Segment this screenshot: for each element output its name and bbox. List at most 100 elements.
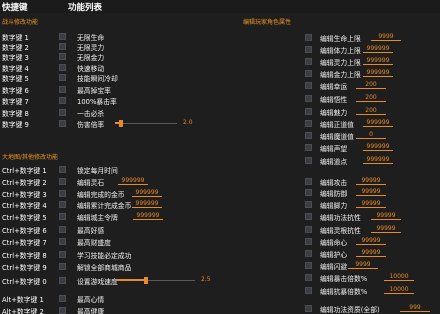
- attribute-value-input[interactable]: 0: [356, 131, 386, 139]
- attribute-checkbox[interactable]: [305, 178, 312, 185]
- game-speed-slider[interactable]: 2.5: [117, 276, 215, 284]
- feature-label: 技能瞬间冷却: [77, 75, 118, 83]
- attribute-value-input[interactable]: 10000: [384, 286, 414, 294]
- game-speed-slider-value: 2.5: [201, 276, 211, 283]
- attribute-checkbox[interactable]: [305, 201, 312, 208]
- attribute-checkbox[interactable]: [305, 305, 312, 312]
- hotkey-label: 数字键 4: [2, 65, 29, 73]
- feature-label: 伤害倍率: [77, 121, 105, 129]
- hotkey-label: 数字键 7: [2, 98, 29, 106]
- attribute-checkbox[interactable]: [305, 108, 312, 115]
- hotkeys-title: 快捷键: [2, 3, 28, 13]
- feature-checkbox[interactable]: [59, 33, 66, 40]
- attribute-value-input[interactable]: 999999: [363, 143, 393, 151]
- damage-multiplier-slider[interactable]: 2.0: [115, 119, 197, 127]
- attribute-checkbox[interactable]: [305, 262, 312, 269]
- feature-checkbox[interactable]: [59, 295, 66, 302]
- feature-label: 解锁全部商城商品: [77, 264, 132, 272]
- attribute-label: 编辑功法资质(全部): [320, 306, 380, 314]
- hotkey-label: Ctrl+数字键 7: [2, 239, 47, 247]
- feature-checkbox[interactable]: [59, 238, 66, 245]
- attribute-value-input[interactable]: 999999: [363, 45, 393, 53]
- attribute-value-input[interactable]: 999999: [363, 57, 393, 65]
- attribute-value-input[interactable]: 200: [356, 94, 386, 102]
- attribute-value-input[interactable]: 200: [356, 81, 386, 89]
- attribute-checkbox[interactable]: [305, 274, 312, 281]
- attribute-value-input[interactable]: 9999: [348, 261, 378, 269]
- attribute-value-input[interactable]: 999999: [363, 69, 393, 77]
- attribute-value-input[interactable]: 999: [400, 304, 430, 312]
- game-speed-slider-knob[interactable]: [144, 277, 148, 284]
- attribute-label: 编辑灵力上限: [320, 59, 361, 67]
- damage-multiplier-slider-value: 2.0: [183, 119, 193, 126]
- attribute-checkbox[interactable]: [305, 120, 312, 127]
- attribute-checkbox[interactable]: [305, 213, 312, 220]
- attribute-label: 编辑暴击倍数%: [320, 275, 368, 283]
- value-input[interactable]: 999999: [132, 189, 162, 197]
- attribute-checkbox[interactable]: [305, 250, 312, 257]
- attribute-checkbox[interactable]: [305, 95, 312, 102]
- attribute-checkbox[interactable]: [305, 189, 312, 196]
- attribute-checkbox[interactable]: [305, 287, 312, 294]
- feature-checkbox[interactable]: [59, 97, 66, 104]
- hotkey-label: 数字键 1: [2, 34, 29, 42]
- attribute-checkbox[interactable]: [305, 226, 312, 233]
- attribute-checkbox[interactable]: [305, 144, 312, 151]
- feature-checkbox[interactable]: [59, 263, 66, 270]
- hotkey-label: Ctrl+数字键 6: [2, 227, 47, 235]
- hotkey-label: Ctrl+数字键 9: [2, 264, 47, 272]
- feature-checkbox[interactable]: [59, 166, 66, 173]
- feature-checkbox[interactable]: [59, 251, 66, 258]
- attribute-checkbox[interactable]: [305, 70, 312, 77]
- value-input[interactable]: 999999: [132, 200, 162, 208]
- feature-checkbox[interactable]: [59, 109, 66, 116]
- attribute-value-input[interactable]: 999999: [363, 156, 393, 164]
- attribute-checkbox[interactable]: [305, 238, 312, 245]
- value-input[interactable]: 999999: [133, 212, 163, 220]
- feature-checkbox[interactable]: [59, 307, 66, 314]
- attribute-value-input[interactable]: 99999: [356, 249, 386, 257]
- feature-checkbox[interactable]: [59, 201, 66, 208]
- feature-checkbox[interactable]: [59, 64, 66, 71]
- attribute-checkbox[interactable]: [305, 58, 312, 65]
- attribute-checkbox[interactable]: [305, 46, 312, 53]
- feature-label: 无限金力: [77, 54, 105, 62]
- attribute-label: 编辑攻击: [320, 179, 348, 187]
- hotkey-label: Ctrl+数字键 3: [2, 191, 47, 199]
- feature-checkbox[interactable]: [59, 43, 66, 50]
- damage-multiplier-slider-knob[interactable]: [119, 120, 123, 127]
- attribute-value-input[interactable]: 99999: [371, 212, 401, 220]
- section-title-map: 大地图/其他修改功能: [2, 154, 59, 161]
- attribute-label: 编辑体力上限: [320, 47, 361, 55]
- attribute-label: 编辑魅力: [320, 109, 348, 117]
- attribute-value-input[interactable]: 9999: [371, 33, 401, 41]
- value-input[interactable]: 999999: [118, 177, 148, 185]
- attribute-label: 编辑道点: [320, 158, 348, 166]
- attribute-value-input[interactable]: 999999: [363, 119, 393, 127]
- feature-checkbox[interactable]: [59, 120, 66, 127]
- feature-checkbox[interactable]: [59, 190, 66, 197]
- feature-checkbox[interactable]: [59, 226, 66, 233]
- feature-checkbox[interactable]: [59, 53, 66, 60]
- attribute-checkbox[interactable]: [305, 34, 312, 41]
- attribute-label: 编辑金力上限: [320, 71, 361, 79]
- feature-checkbox[interactable]: [59, 86, 66, 93]
- feature-checkbox[interactable]: [59, 178, 66, 185]
- attribute-value-input[interactable]: 99999: [356, 188, 386, 196]
- attribute-value-input[interactable]: 99999: [356, 200, 386, 208]
- feature-label: 最高掉宝率: [77, 87, 111, 95]
- attribute-checkbox[interactable]: [305, 132, 312, 139]
- attribute-value-input[interactable]: 99999: [356, 177, 386, 185]
- attribute-value-input[interactable]: 200: [356, 107, 386, 115]
- attribute-checkbox[interactable]: [305, 82, 312, 89]
- feature-checkbox[interactable]: [59, 74, 66, 81]
- attribute-value-input[interactable]: 99999: [371, 225, 401, 233]
- attribute-value-input[interactable]: 99999: [356, 237, 386, 245]
- attribute-checkbox[interactable]: [305, 157, 312, 164]
- feature-checkbox[interactable]: [59, 213, 66, 220]
- attribute-value-input[interactable]: 10000: [384, 273, 414, 281]
- hotkey-label: 数字键 9: [2, 121, 29, 129]
- hotkey-label: Ctrl+数字键 5: [2, 214, 47, 222]
- feature-checkbox[interactable]: [59, 277, 66, 284]
- feature-label: 学习技能必定成功: [77, 252, 132, 260]
